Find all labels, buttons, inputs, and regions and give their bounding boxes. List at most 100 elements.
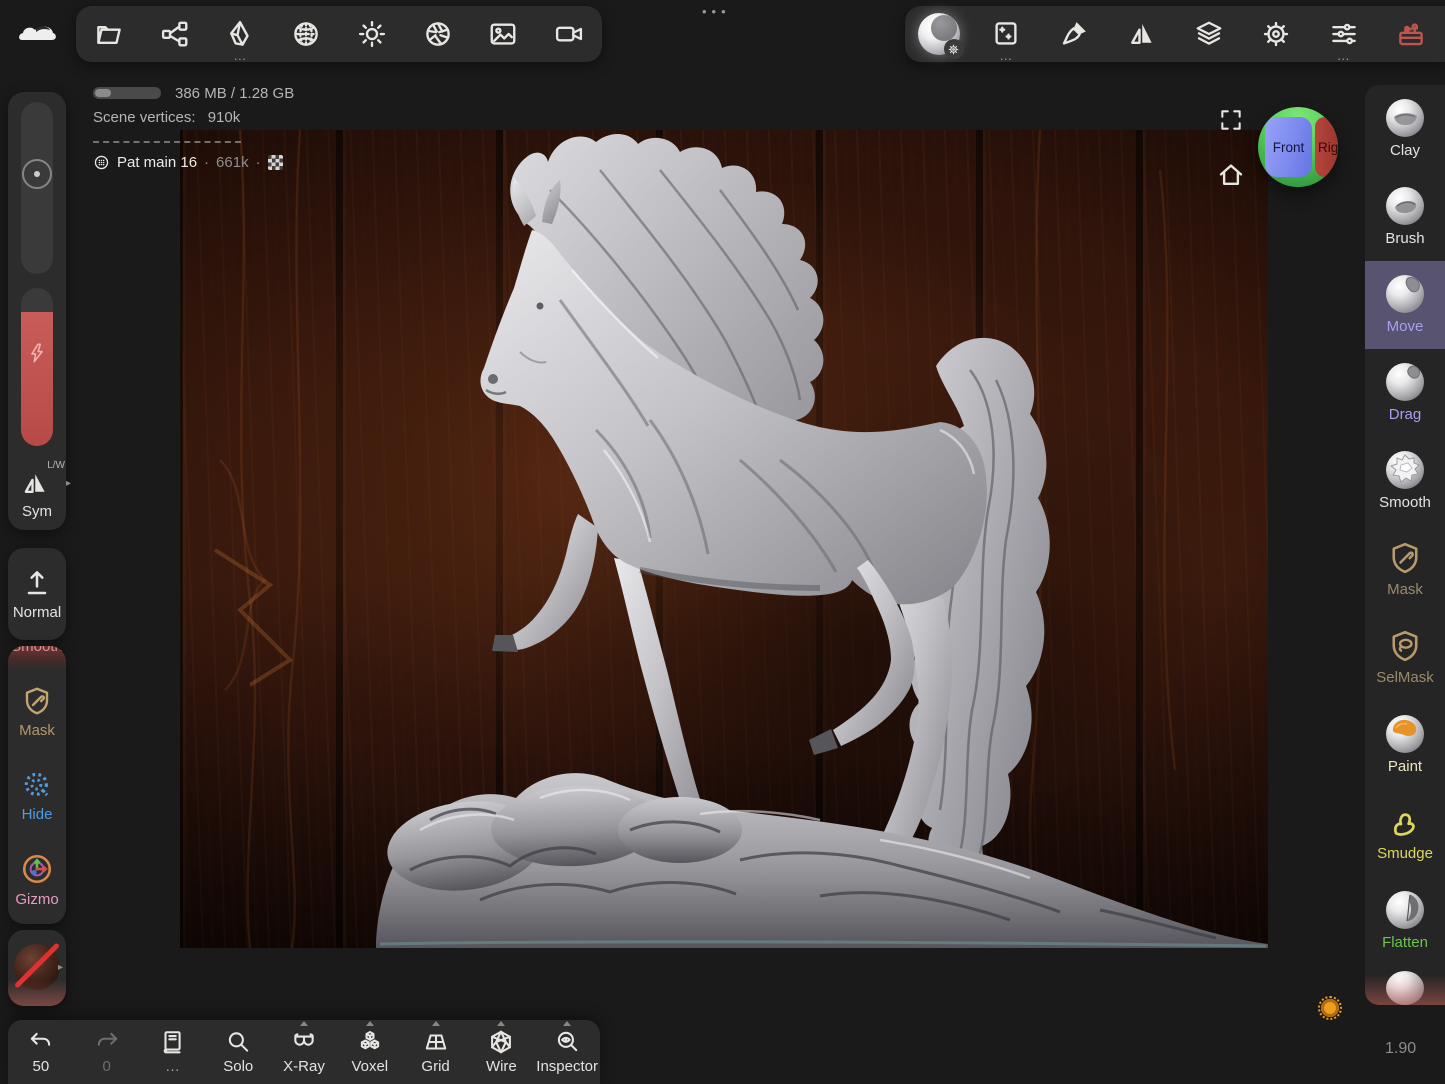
tool-hide[interactable]: Hide bbox=[8, 754, 66, 838]
redo-button[interactable]: 0 bbox=[74, 1020, 140, 1084]
inspector-caret bbox=[563, 1021, 571, 1026]
magnifier-icon bbox=[225, 1029, 251, 1055]
shield-brush-icon bbox=[21, 685, 53, 717]
toggle-solo[interactable]: Solo bbox=[205, 1020, 271, 1084]
app-logo-icon[interactable] bbox=[14, 16, 60, 48]
lighting-sun-icon[interactable] bbox=[339, 6, 405, 62]
memory-bar bbox=[93, 87, 161, 99]
folder-icon[interactable] bbox=[76, 6, 142, 62]
top-toolbar-left: … bbox=[76, 6, 602, 62]
smooth-sphere-icon bbox=[1386, 451, 1424, 489]
stamps-icon[interactable]: … bbox=[973, 6, 1041, 62]
scene-stats: 386 MB / 1.28 GB Scene vertices: 910k Pa… bbox=[93, 84, 294, 171]
paintbrush-icon[interactable] bbox=[1040, 6, 1108, 62]
tool-paint[interactable]: Paint bbox=[1365, 701, 1445, 789]
layer-row[interactable]: Pat main 16 · 661k · bbox=[93, 154, 294, 171]
toggle-voxel[interactable]: Voxel bbox=[337, 1020, 403, 1084]
tool-smudge[interactable]: Smudge bbox=[1365, 789, 1445, 877]
gizmo-right-face[interactable]: Right bbox=[1315, 117, 1338, 177]
toggle-xray[interactable]: X-Ray bbox=[271, 1020, 337, 1084]
tool-smooth-clipped[interactable]: Smooth bbox=[8, 646, 66, 670]
vertices-value: 910k bbox=[208, 109, 241, 126]
gizmo-front-label: Front bbox=[1273, 140, 1305, 155]
sphere-grid-icon bbox=[93, 154, 110, 171]
mesh-more-dots: … bbox=[233, 51, 247, 61]
sym-expand-arrow[interactable]: ▸ bbox=[66, 478, 71, 489]
home-icon[interactable] bbox=[1216, 160, 1246, 190]
hide-label: Hide bbox=[22, 806, 53, 823]
toggle-grid[interactable]: Grid bbox=[403, 1020, 469, 1084]
multitask-indicator[interactable]: ••• bbox=[702, 4, 731, 19]
selmask-label: SelMask bbox=[1376, 669, 1434, 686]
smudge-finger-icon bbox=[1387, 804, 1423, 840]
settings-gear-icon[interactable] bbox=[1243, 6, 1311, 62]
brush-intensity-slider[interactable] bbox=[21, 288, 53, 446]
symmetry-mirror-icon[interactable] bbox=[1108, 6, 1176, 62]
wire-caret bbox=[497, 1021, 505, 1026]
grid-caret bbox=[432, 1021, 440, 1026]
grid-icon bbox=[423, 1029, 449, 1055]
tool-gizmo[interactable]: Gizmo bbox=[8, 838, 66, 922]
horse-sculpture-scene bbox=[180, 130, 1268, 948]
drag-sphere-icon bbox=[1386, 363, 1424, 401]
topology-sphere-icon[interactable] bbox=[273, 6, 339, 62]
fullscreen-brackets-icon[interactable] bbox=[1218, 107, 1244, 133]
toggle-inspector[interactable]: Inspector bbox=[534, 1020, 600, 1084]
aperture-icon[interactable] bbox=[405, 6, 471, 62]
cubes-icon bbox=[357, 1029, 383, 1055]
undo-button[interactable]: 50 bbox=[8, 1020, 74, 1084]
mesh-icon[interactable]: … bbox=[208, 6, 274, 62]
clay-label: Clay bbox=[1390, 142, 1420, 159]
orange-gear-dot[interactable] bbox=[1321, 999, 1339, 1017]
tool-selmask[interactable]: SelMask bbox=[1365, 613, 1445, 701]
history-button[interactable]: … bbox=[140, 1020, 206, 1084]
history-dots: … bbox=[165, 1058, 180, 1075]
left-tools-panel: Smooth Mask Hide Giz bbox=[8, 646, 66, 924]
size-slider-handle[interactable] bbox=[22, 159, 52, 189]
mask-right-label: Mask bbox=[1387, 581, 1423, 598]
video-camera-icon[interactable] bbox=[536, 6, 602, 62]
viewport-canvas[interactable] bbox=[180, 130, 1268, 948]
stroke-normal-button[interactable]: Normal bbox=[8, 548, 66, 640]
stats-separator bbox=[93, 141, 241, 143]
gizmo-front-face[interactable]: Front bbox=[1265, 117, 1312, 177]
mask-label: Mask bbox=[19, 722, 55, 739]
layers-icon[interactable] bbox=[1175, 6, 1243, 62]
toggle-wire[interactable]: Wire bbox=[468, 1020, 534, 1084]
tool-brush[interactable]: Brush bbox=[1365, 173, 1445, 261]
interface-sliders-icon[interactable]: … bbox=[1310, 6, 1378, 62]
tool-clay[interactable]: Clay bbox=[1365, 85, 1445, 173]
layer-name: Pat main 16 bbox=[117, 154, 197, 171]
tool-mask[interactable]: Mask bbox=[8, 670, 66, 754]
tool-smooth[interactable]: Smooth bbox=[1365, 437, 1445, 525]
image-icon[interactable] bbox=[471, 6, 537, 62]
nomad-sculpt-app: … ••• bbox=[0, 0, 1445, 1084]
sym-sublabel: L/W bbox=[47, 460, 65, 471]
material-sphere-panel[interactable]: ▸ bbox=[8, 930, 66, 1006]
gizmo-right-label: Right bbox=[1318, 140, 1338, 155]
tool-mask-right[interactable]: Mask bbox=[1365, 525, 1445, 613]
paint-sphere-icon bbox=[1386, 715, 1424, 753]
vertices-label: Scene vertices: bbox=[93, 109, 196, 126]
move-sphere-icon bbox=[1386, 275, 1424, 313]
symmetry-mirror-icon bbox=[19, 468, 49, 498]
sym-label: Sym bbox=[22, 503, 52, 520]
orientation-gizmo[interactable]: Front Right bbox=[1258, 107, 1338, 187]
move-label: Move bbox=[1387, 318, 1424, 335]
undo-arrow-icon bbox=[28, 1029, 54, 1055]
material-expand-arrow[interactable]: ▸ bbox=[58, 962, 63, 973]
voxel-caret bbox=[366, 1021, 374, 1026]
brush-size-slider[interactable] bbox=[21, 102, 53, 274]
solo-label: Solo bbox=[223, 1058, 253, 1075]
toolbox-icon[interactable] bbox=[1378, 6, 1445, 62]
dotted-blob-icon bbox=[21, 769, 53, 801]
tool-move[interactable]: Move bbox=[1365, 261, 1445, 349]
shield-lasso-icon bbox=[1387, 628, 1423, 664]
tool-flatten[interactable]: Flatten bbox=[1365, 877, 1445, 965]
clay-sphere-icon bbox=[1386, 99, 1424, 137]
symmetry-toggle[interactable]: L/W ▸ Sym bbox=[8, 468, 66, 520]
scene-graph-icon[interactable] bbox=[142, 6, 208, 62]
material-sphere-icon[interactable] bbox=[905, 6, 973, 62]
matcap-gear-badge bbox=[944, 39, 964, 59]
tool-drag[interactable]: Drag bbox=[1365, 349, 1445, 437]
